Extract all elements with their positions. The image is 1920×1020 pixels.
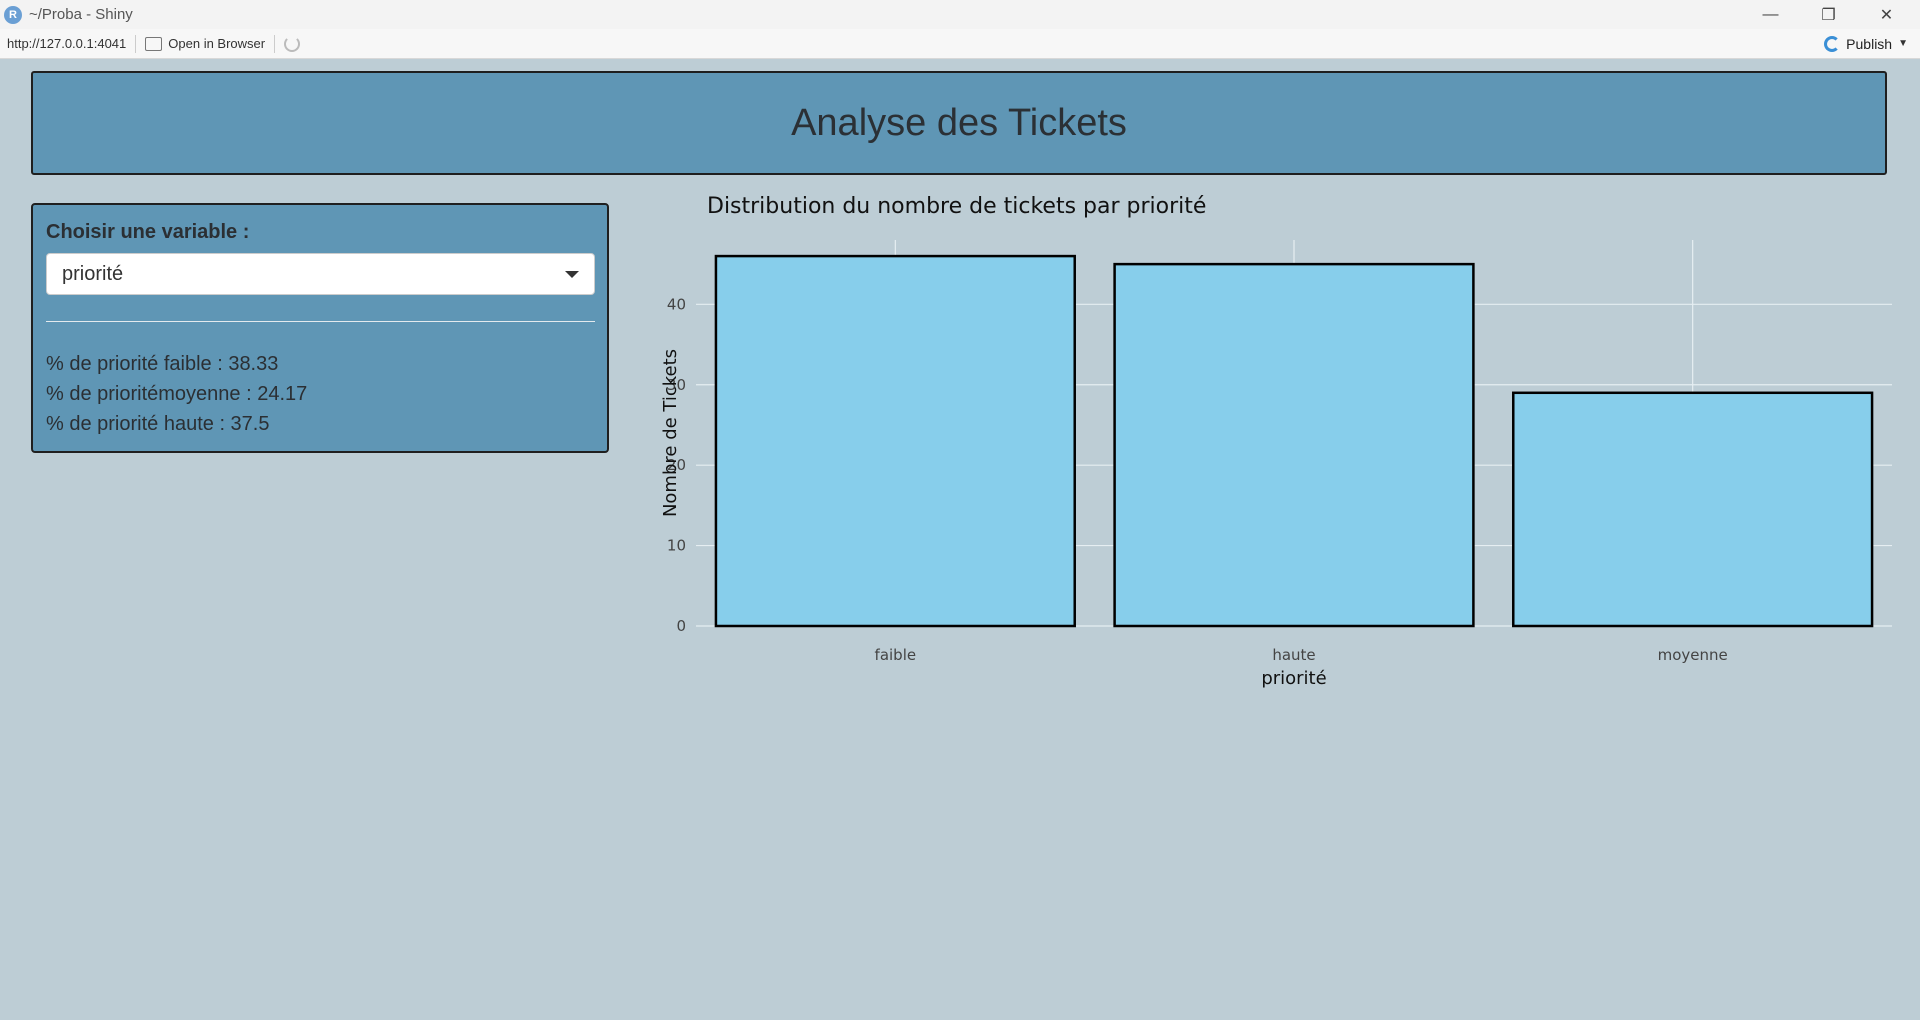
url-text: http://127.0.0.1:4041 — [7, 36, 127, 51]
publish-button[interactable]: Publish ▼ — [1824, 29, 1908, 58]
divider — [46, 321, 595, 322]
toolbar-separator — [135, 34, 137, 53]
stat-line-faible: % de priorité faible : 38.33 — [46, 353, 279, 375]
chevron-down-icon[interactable]: ▼ — [1898, 38, 1908, 49]
publish-icon — [1824, 35, 1841, 52]
open-in-browser-button[interactable]: Open in Browser — [145, 36, 265, 51]
variable-select-label: Choisir une variable : — [46, 221, 250, 243]
x-tick-label: haute — [1272, 646, 1315, 664]
r-app-icon: R — [4, 5, 22, 24]
stat-line-haute: % de priorité haute : 37.5 — [46, 413, 270, 435]
sidebar-panel: Choisir une variable : priorité % de pri… — [31, 203, 609, 453]
variable-select[interactable]: priorité — [46, 253, 595, 295]
window-title: ~/Proba - Shiny — [29, 6, 133, 23]
y-tick-label: 10 — [667, 537, 686, 555]
x-axis-title: priorité — [1261, 668, 1326, 689]
restore-button[interactable]: ❐ — [1801, 0, 1856, 29]
close-button[interactable]: ✕ — [1859, 0, 1914, 29]
x-tick-label: faible — [875, 646, 917, 664]
minimize-button[interactable]: — — [1743, 0, 1798, 29]
refresh-icon[interactable] — [284, 35, 301, 52]
dropdown-caret-icon[interactable] — [565, 270, 579, 278]
publish-label: Publish — [1846, 35, 1893, 52]
y-tick-label: 40 — [667, 295, 686, 313]
bar-faible[interactable] — [714, 254, 1076, 628]
browser-window-icon — [145, 36, 163, 51]
bar-haute[interactable] — [1113, 262, 1475, 628]
open-in-browser-label: Open in Browser — [168, 36, 266, 51]
title-panel: Analyse des Tickets — [31, 71, 1887, 175]
bar-chart: Distribution du nombre de tickets par pr… — [640, 190, 1900, 710]
page-title: Analyse des Tickets — [791, 101, 1127, 144]
window-title-bar: R ~/Proba - Shiny — ❐ ✕ — [0, 0, 1920, 29]
y-tick-label: 0 — [676, 617, 686, 635]
variable-select-value: priorité — [62, 262, 124, 285]
stat-line-moyenne: % de prioritémoyenne : 24.17 — [46, 383, 308, 405]
chart-svg: 010203040faible haute moyenneprioritéNombr… — [660, 240, 1892, 689]
y-axis-title: Nombre de Tickets — [660, 349, 681, 517]
toolbar-separator — [274, 34, 276, 53]
bar-moyenne[interactable] — [1512, 391, 1874, 628]
chart-title: Distribution du nombre de tickets par pr… — [707, 194, 1207, 219]
viewer-toolbar: http://127.0.0.1:4041 Open in Browser Pu… — [0, 29, 1920, 59]
x-tick-label: moyenne — [1658, 646, 1728, 664]
